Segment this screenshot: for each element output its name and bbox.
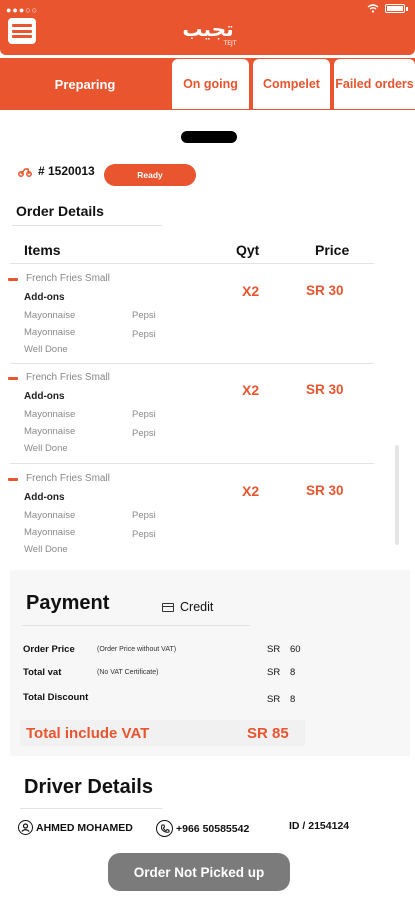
- driver-name-row: AHMED MOHAMED: [18, 820, 133, 835]
- divider: [12, 225, 162, 226]
- menu-icon-bar: [12, 24, 32, 28]
- order-details-title: Order Details: [16, 203, 104, 219]
- item-name: French Fries Small: [26, 473, 110, 484]
- driver-phone-row[interactable]: +966 50585542: [156, 820, 249, 837]
- column-price: Price: [315, 242, 350, 258]
- app-logo: تجيب TEJT: [182, 17, 237, 47]
- addon-drink: Pepsi: [132, 428, 156, 439]
- item-qty: X2: [242, 283, 260, 299]
- addon-drink: Pepsi: [132, 510, 156, 521]
- order-price-value: 60: [290, 644, 301, 655]
- sheet-handle[interactable]: [181, 131, 237, 143]
- addon-option: Mayonnaise: [24, 527, 76, 538]
- driver-phone[interactable]: +966 50585542: [176, 823, 249, 835]
- wifi-icon: [367, 4, 379, 13]
- column-items: Items: [24, 242, 61, 258]
- total-discount-currency: SR: [267, 694, 281, 705]
- item-name: French Fries Small: [26, 273, 110, 284]
- divider: [22, 625, 250, 626]
- status-badge: Ready: [104, 164, 196, 186]
- addon-option: Mayonnaise: [24, 327, 76, 338]
- svg-text:TEJT: TEJT: [223, 40, 237, 47]
- order-price-currency: SR: [267, 644, 281, 655]
- scooter-icon: [18, 168, 32, 177]
- order-price-label: Order Price: [23, 644, 75, 655]
- driver-details-title: Driver Details: [24, 776, 153, 798]
- remove-icon[interactable]: [8, 278, 18, 281]
- payment-method: Credit: [162, 600, 213, 614]
- addon-option: Mayonnaise: [24, 426, 76, 437]
- addon-option: Well Done: [24, 443, 68, 454]
- menu-icon-bar: [12, 29, 32, 33]
- divider: [10, 263, 374, 264]
- order-tabs: Preparing On going Compelet Failed order…: [0, 58, 415, 110]
- status-icons: [367, 4, 408, 13]
- divider: [10, 363, 374, 364]
- divider: [10, 463, 374, 464]
- remove-icon[interactable]: [8, 377, 18, 380]
- order-price-note: (Order Price without VAT): [97, 646, 177, 653]
- driver-name: AHMED MOHAMED: [36, 821, 133, 834]
- tab-on-going[interactable]: On going: [172, 59, 249, 109]
- addons-label: Add-ons: [24, 492, 65, 503]
- driver-id: ID / 2154124: [289, 820, 350, 832]
- order-number: # 1520013: [38, 164, 95, 178]
- order-not-picked-up-button[interactable]: Order Not Picked up: [108, 853, 290, 891]
- tab-preparing[interactable]: Preparing: [0, 58, 170, 110]
- user-icon: [18, 820, 33, 835]
- addon-option: Well Done: [24, 344, 68, 355]
- column-qty: Qyt: [236, 242, 260, 258]
- addon-drink: Pepsi: [132, 529, 156, 540]
- total-value: SR 85: [247, 725, 289, 742]
- app-header: ●●●○○ تجيب TEJT: [0, 0, 415, 55]
- addon-drink: Pepsi: [132, 310, 156, 321]
- list-item: French Fries Small Add-ons Mayonnaise Ma…: [8, 372, 374, 462]
- payment-title: Payment: [26, 592, 110, 614]
- signal-indicator: ●●●○○: [6, 5, 39, 15]
- addon-drink: Pepsi: [132, 409, 156, 420]
- scrollbar[interactable]: [395, 445, 399, 545]
- total-vat-currency: SR: [267, 667, 281, 678]
- remove-icon[interactable]: [8, 478, 18, 481]
- addon-option: Mayonnaise: [24, 310, 76, 321]
- menu-icon-bar: [12, 34, 32, 38]
- addon-option: Mayonnaise: [24, 510, 76, 521]
- addons-label: Add-ons: [24, 391, 65, 402]
- item-qty: X2: [242, 483, 260, 499]
- menu-button[interactable]: [8, 18, 36, 44]
- item-price: SR 30: [306, 483, 344, 498]
- total-discount-label: Total Discount: [23, 692, 89, 703]
- battery-icon: [385, 4, 408, 13]
- total-discount-value: 8: [290, 694, 296, 705]
- addon-drink: Pepsi: [132, 329, 156, 340]
- phone-icon: [156, 820, 173, 837]
- addon-option: Well Done: [24, 544, 68, 555]
- divider: [20, 808, 162, 809]
- credit-card-icon: [162, 602, 174, 612]
- total-label: Total include VAT: [26, 725, 150, 742]
- svg-text:تجيب: تجيب: [182, 17, 233, 41]
- tab-failed-orders[interactable]: Failed orders: [334, 59, 415, 109]
- tab-compelet[interactable]: Compelet: [253, 59, 330, 109]
- item-price: SR 30: [306, 382, 344, 397]
- addons-label: Add-ons: [24, 292, 65, 303]
- item-name: French Fries Small: [26, 372, 110, 383]
- item-qty: X2: [242, 382, 260, 398]
- order-number-row: # 1520013: [18, 164, 95, 178]
- total-vat-value: 8: [290, 667, 296, 678]
- list-item: French Fries Small Add-ons Mayonnaise Ma…: [8, 273, 374, 363]
- addon-option: Mayonnaise: [24, 409, 76, 420]
- item-price: SR 30: [306, 283, 344, 298]
- list-item: French Fries Small Add-ons Mayonnaise Ma…: [8, 473, 374, 563]
- payment-method-label: Credit: [180, 600, 214, 614]
- total-vat-label: Total vat: [23, 667, 62, 678]
- total-vat-note: (No VAT Certificate): [97, 669, 159, 676]
